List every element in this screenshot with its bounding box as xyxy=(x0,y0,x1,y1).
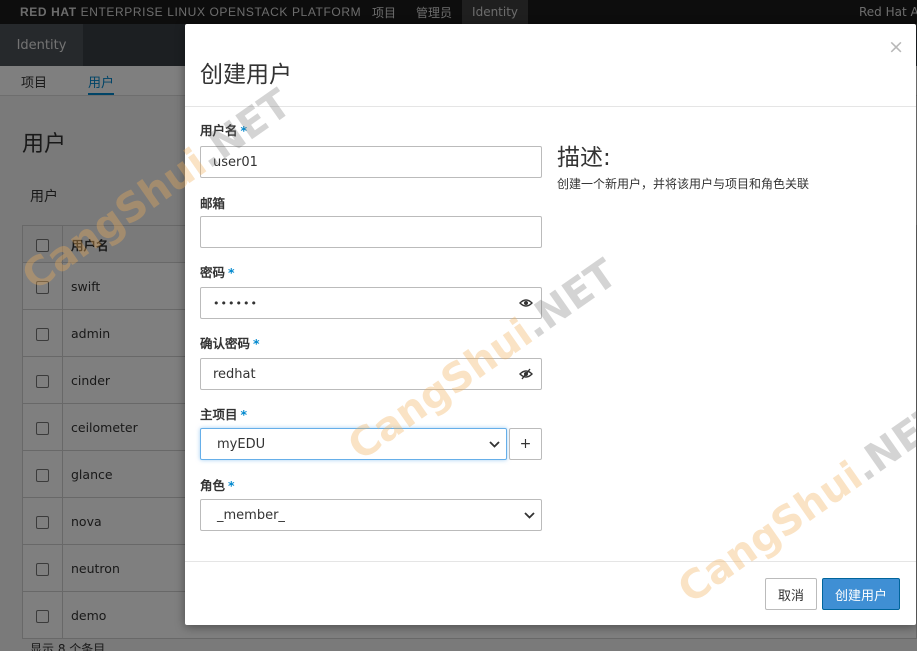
eye-icon[interactable] xyxy=(511,298,541,308)
email-label-text: 邮箱 xyxy=(200,196,226,211)
confirm-password-input[interactable]: redhat xyxy=(200,358,542,390)
eye-slash-icon[interactable] xyxy=(511,368,541,380)
create-user-modal: 创建用户 × 用户名 * user01 邮箱 密码 * •••••• 确认密码 … xyxy=(185,24,916,625)
username-label-text: 用户名 xyxy=(200,123,238,138)
project-label-text: 主项目 xyxy=(200,407,238,422)
username-label: 用户名 * xyxy=(200,120,247,139)
required-mark: * xyxy=(228,265,235,280)
description-title: 描述: xyxy=(557,145,611,171)
confirm-password-label: 确认密码 * xyxy=(200,333,260,352)
project-value: myEDU xyxy=(217,436,266,452)
username-value: user01 xyxy=(213,154,258,170)
password-input[interactable]: •••••• xyxy=(200,287,542,319)
email-input[interactable] xyxy=(200,216,542,248)
role-label: 角色 * xyxy=(200,475,235,494)
required-mark: * xyxy=(240,407,248,422)
password-value: •••••• xyxy=(213,296,258,310)
chevron-down-icon xyxy=(482,440,506,448)
required-mark: * xyxy=(240,123,248,138)
description-text: 创建一个新用户，并将该用户与项目和角色关联 xyxy=(557,177,810,191)
role-select[interactable]: _member_ xyxy=(200,499,542,531)
chevron-down-icon xyxy=(517,511,541,519)
cancel-button[interactable]: 取消 xyxy=(765,578,817,610)
confirm-password-value: redhat xyxy=(213,366,256,382)
modal-footer: 取消 创建用户 xyxy=(185,561,916,625)
required-mark: * xyxy=(228,478,235,493)
modal-title: 创建用户 xyxy=(200,62,292,88)
create-user-button[interactable]: 创建用户 xyxy=(822,578,900,610)
role-value: _member_ xyxy=(217,507,285,523)
confirm-password-label-text: 确认密码 xyxy=(200,336,251,351)
username-input[interactable]: user01 xyxy=(200,146,542,178)
project-label: 主项目 * xyxy=(200,404,247,423)
password-label-text: 密码 xyxy=(200,265,226,280)
project-select[interactable]: myEDU xyxy=(200,428,507,460)
add-project-button[interactable]: + xyxy=(509,428,542,460)
role-label-text: 角色 xyxy=(200,478,226,493)
modal-header: 创建用户 × xyxy=(185,24,916,107)
email-label: 邮箱 xyxy=(200,193,225,212)
close-icon[interactable]: × xyxy=(888,36,904,58)
password-label: 密码 * xyxy=(200,262,235,281)
required-mark: * xyxy=(253,336,260,351)
